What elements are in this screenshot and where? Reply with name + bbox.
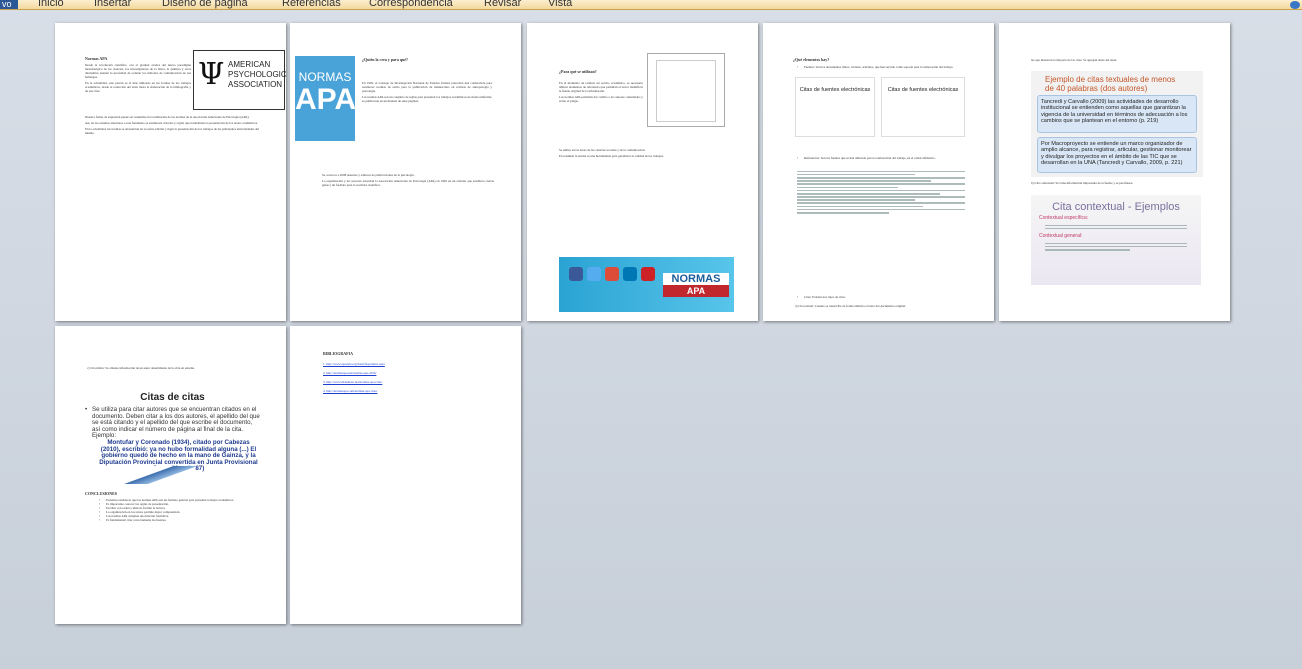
apa-logo: Ψ AMERICAN PSYCHOLOGICAL ASSOCIATION	[193, 50, 286, 110]
paragraph: Las normas APA permiten dar crédito a lo…	[559, 95, 643, 103]
slide-image: Citas de fuentes electrónicas	[881, 77, 965, 137]
diagram-image	[647, 53, 725, 127]
badge-text: NORMAS	[671, 273, 721, 285]
paragraph: En el momento de realizar un escrito aca…	[559, 81, 643, 93]
tab-correspondencia[interactable]: Correspondencia	[369, 0, 453, 9]
image-text: APA	[295, 83, 357, 116]
section-question: ¿Quién la crea y para qué?	[362, 57, 409, 62]
paragraph: Las normas APA son un conjunto de reglas…	[362, 95, 492, 103]
list-item: Referencias: Son las fuentes que se han …	[797, 156, 965, 160]
bibliography-link[interactable]: 3. http://www.slideshare.net/normas-apa-…	[323, 380, 503, 384]
slide-item: Contextual general:	[1039, 232, 1083, 239]
slide-image: Citas de fuentes electrónicas	[795, 77, 875, 137]
paragraph: c) Cita mixta: Se obtiene información de…	[87, 366, 195, 370]
section-heading: CONCLUSIONES	[85, 491, 118, 496]
paragraph: las que muestran la mayoría de las citas…	[1031, 58, 1118, 62]
social-media-image: NORMAS APA	[559, 257, 734, 312]
facebook-icon	[569, 267, 583, 281]
tab-diseno[interactable]: Diseño de página	[162, 0, 248, 9]
paragraph: Así, en los estudios anteriores a este f…	[85, 121, 258, 125]
image-text: NORMAS	[298, 70, 352, 84]
bibliography-link[interactable]: 2. http://normasapa.net/normas-apa-2016/	[323, 371, 503, 375]
section-question: ¿Para qué se utilizan?	[559, 69, 597, 74]
slide-title: Ejemplo de citas textuales de menos de 4…	[1045, 75, 1176, 93]
document-workspace[interactable]: Normas APA Ψ AMERICAN PSYCHOLOGICAL ASSO…	[0, 10, 1302, 669]
logo-text-line: ASSOCIATION	[228, 80, 283, 89]
paragraph: En 1929, el Consejo de Investigación Nac…	[362, 81, 492, 93]
slide-title: Cita contextual - Ejemplos	[1052, 201, 1180, 213]
document-page-7[interactable]: BIBLIOGRAFIA 1. http://www.apastyle.org/…	[290, 326, 521, 624]
tab-revisar[interactable]: Revisar	[484, 0, 521, 9]
paragraph: En la actualidad, este patrón es el más …	[85, 81, 191, 93]
logo-text-line: PSYCHOLOGICAL	[228, 70, 286, 79]
slide-decoration	[85, 466, 195, 484]
paragraph: b) Cita contextual: Se toma información …	[1031, 181, 1134, 185]
normas-apa-badge: NORMAS APA	[663, 273, 729, 297]
document-page-3[interactable]: ¿Para qué se utilizan? En el momento de …	[527, 23, 758, 321]
document-page-2[interactable]: NORMAS APA ¿Quién la crea y para qué? En…	[290, 23, 521, 321]
bibliography-link[interactable]: 1. http://www.apastyle.org/learn/faqs/in…	[323, 362, 503, 366]
quote-box: Tancredi y Carvallo (2009) las actividad…	[1037, 95, 1197, 133]
logo-text-line: AMERICAN	[228, 60, 271, 69]
slide-image: Ejemplo de citas textuales de menos de 4…	[1031, 71, 1203, 177]
help-icon[interactable]	[1290, 1, 1300, 9]
bullet-list: Fuentes: Son los documentos libros, revi…	[797, 65, 965, 69]
paragraph: En la actualidad, las normas se encuentr…	[85, 127, 259, 135]
quote-box: Por Macroproyecto se entiende un marco o…	[1037, 137, 1197, 173]
document-page-1[interactable]: Normas APA Ψ AMERICAN PSYCHOLOGICAL ASSO…	[55, 23, 286, 321]
document-page-6[interactable]: c) Cita mixta: Se obtiene información de…	[55, 326, 286, 624]
list-item: Es fundamental citar correctamente las f…	[99, 518, 257, 522]
badge-text: APA	[663, 285, 729, 297]
paragraph: La organización y los sectores acuerdan …	[322, 179, 494, 187]
twitter-icon	[587, 267, 601, 281]
google-icon	[605, 267, 619, 281]
tab-referencias[interactable]: Referencias	[282, 0, 341, 9]
apa-logo-mark-icon: Ψ	[198, 57, 225, 92]
paragraph: Se convocó a 2008 usuarios y editores de…	[322, 173, 415, 177]
paragraph: a) Cita textual: Cuando se transcribe de…	[795, 304, 906, 308]
tab-inicio[interactable]: Inicio	[38, 0, 64, 9]
list-item: Fuentes: Son los documentos libros, revi…	[797, 65, 965, 69]
linkedin-icon	[623, 267, 637, 281]
slide-bullet: Se utiliza para citar autores que se enc…	[85, 406, 260, 440]
slide-title: Citas de fuentes electrónicas	[799, 87, 871, 93]
document-page-4[interactable]: ¿Qué elementos hay? Fuentes: Son los doc…	[763, 23, 994, 321]
slide-title: Citas de citas	[140, 392, 205, 403]
bullet-list: Referencias: Son las fuentes que se han …	[797, 156, 965, 160]
document-page-5[interactable]: las que muestran la mayoría de las citas…	[999, 23, 1230, 321]
page-heading: Normas APA	[85, 56, 108, 61]
tab-insertar[interactable]: Insertar	[94, 0, 131, 9]
section-question: ¿Qué elementos hay?	[793, 57, 830, 62]
normas-apa-image: NORMAS APA	[295, 56, 357, 141]
list-item: Citas: Existen tres tipos de citas:	[797, 295, 965, 299]
paragraph: Se utiliza en las áreas de las ciencias …	[559, 148, 646, 152]
file-tab[interactable]: vo	[0, 0, 18, 9]
paragraph: Nuestra forma de expresión puede ser res…	[85, 115, 250, 119]
reference-list	[797, 169, 965, 215]
ribbon-tab-bar: vo Inicio Insertar Diseño de página Refe…	[0, 0, 1302, 10]
paragraph: En resumen la norma es una herramienta p…	[559, 154, 664, 158]
tab-vista[interactable]: Vista	[548, 0, 572, 9]
bibliography-link[interactable]: 4. http://normasapa.com/normas-apa-citas…	[323, 389, 503, 393]
slide-item: Contextual específica:	[1039, 215, 1089, 221]
section-heading: BIBLIOGRAFIA	[323, 351, 354, 356]
cita-contextual-slide: Cita contextual - Ejemplos Contextual es…	[1031, 195, 1201, 285]
slide-text: Se utiliza para citar autores que se enc…	[85, 406, 260, 440]
paragraph: Desde la revolución científica, con el g…	[85, 63, 191, 79]
conclusions-list: Podemos establecer que las normas APA so…	[99, 498, 257, 522]
bullet-list: Citas: Existen tres tipos de citas:	[797, 295, 965, 299]
slide-title: Citas de fuentes electrónicas	[887, 87, 959, 93]
youtube-icon	[641, 267, 655, 281]
